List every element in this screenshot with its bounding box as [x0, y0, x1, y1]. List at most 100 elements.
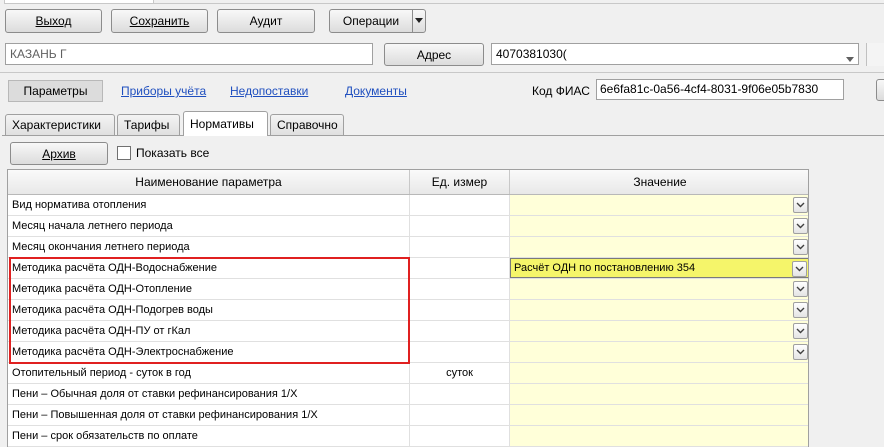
param-name-cell: Месяц окончания летнего периода	[8, 237, 410, 257]
top-divider	[150, 3, 884, 4]
param-value-cell[interactable]	[510, 426, 808, 446]
value-dropdown-button[interactable]	[793, 239, 808, 255]
chevron-down-icon	[796, 223, 805, 229]
param-name-cell: Пени – Обычная доля от ставки рефинансир…	[8, 384, 410, 404]
table-row[interactable]: Месяц начала летнего периода	[8, 216, 808, 237]
table-row[interactable]: Пени – срок обязательств по оплате	[8, 426, 808, 447]
value-dropdown-button[interactable]	[792, 261, 807, 277]
param-name-cell: Методика расчёта ОДН-ПУ от гКал	[8, 321, 410, 341]
show-all-checkbox[interactable]	[117, 146, 131, 160]
show-all-label: Показать все	[136, 146, 210, 160]
link-meters[interactable]: Приборы учёта	[121, 84, 206, 98]
param-value-cell[interactable]	[510, 237, 808, 257]
tab-label: Справочно	[277, 118, 338, 132]
param-value-cell[interactable]	[510, 342, 808, 362]
account-select[interactable]: 4070381030(	[491, 43, 859, 65]
archive-button[interactable]: Архив	[10, 142, 108, 165]
params-grid: Наименование параметра Ед. измер Значени…	[7, 169, 809, 447]
chevron-down-icon	[796, 328, 805, 334]
offscreen-button-edge[interactable]	[876, 79, 884, 101]
fias-label: Код ФИАС	[532, 84, 590, 98]
tab-characteristics[interactable]: Характеристики	[5, 114, 115, 135]
tab-label: Нормативы	[190, 117, 254, 131]
chevron-down-icon	[796, 202, 805, 208]
value-dropdown-button[interactable]	[793, 344, 808, 360]
table-row[interactable]: Пени – Обычная доля от ставки рефинансир…	[8, 384, 808, 405]
param-value-cell[interactable]	[510, 405, 808, 425]
param-name-cell: Месяц начала летнего периода	[8, 216, 410, 236]
save-button[interactable]: Сохранить	[111, 9, 208, 33]
param-value-cell[interactable]	[510, 279, 808, 299]
exit-button[interactable]: Выход	[5, 9, 102, 33]
value-dropdown-button[interactable]	[793, 218, 808, 234]
city-field[interactable]: КАЗАНЬ Г	[5, 43, 373, 65]
param-name-cell: Вид норматива отопления	[8, 195, 410, 215]
param-value-cell[interactable]	[510, 300, 808, 320]
chevron-down-icon	[795, 266, 804, 272]
param-unit-cell	[410, 258, 510, 278]
col-header-value[interactable]: Значение	[510, 170, 808, 194]
tab-tariffs[interactable]: Тарифы	[117, 114, 180, 135]
params-tab[interactable]: Параметры	[8, 80, 103, 102]
param-value-text: Расчёт ОДН по постановлению 354	[514, 262, 696, 274]
grid-header: Наименование параметра Ед. измер Значени…	[8, 170, 808, 195]
address-button[interactable]: Адрес	[384, 43, 484, 66]
tab-norms[interactable]: Нормативы	[183, 111, 268, 136]
tab-label: Характеристики	[12, 118, 101, 132]
table-row[interactable]: Пени – Повышенная доля от ставки рефинан…	[8, 405, 808, 426]
chevron-down-icon	[796, 307, 805, 313]
param-value-cell[interactable]	[510, 384, 808, 404]
value-dropdown-button[interactable]	[793, 302, 808, 318]
param-unit-cell	[410, 342, 510, 362]
operations-button-label: Операции	[342, 14, 400, 28]
account-select-value: 4070381030(	[496, 47, 567, 61]
table-row[interactable]: Отопительный период - суток в год суток	[8, 363, 808, 384]
param-unit-cell	[410, 279, 510, 299]
operations-button[interactable]: Операции	[329, 9, 413, 33]
value-dropdown-button[interactable]	[793, 197, 808, 213]
table-row[interactable]: Методика расчёта ОДН-Отопление	[8, 279, 808, 300]
param-value-cell[interactable]	[510, 363, 808, 383]
archive-button-label: Архив	[42, 146, 76, 161]
table-row[interactable]: Месяц окончания летнего периода	[8, 237, 808, 258]
param-name-cell: Пени – Повышенная доля от ставки рефинан…	[8, 405, 410, 425]
col-header-unit[interactable]: Ед. измер	[410, 170, 510, 194]
param-unit-cell	[410, 237, 510, 257]
param-value-cell[interactable]	[510, 216, 808, 236]
audit-button[interactable]: Аудит	[217, 9, 315, 33]
audit-button-label: Аудит	[249, 14, 283, 28]
param-unit-cell	[410, 321, 510, 341]
chevron-down-icon	[796, 244, 805, 250]
section-divider	[0, 72, 884, 73]
param-name-cell: Методика расчёта ОДН-Водоснабжение	[8, 258, 410, 278]
table-row[interactable]: Методика расчёта ОДН-ПУ от гКал	[8, 321, 808, 342]
chevron-down-icon	[796, 349, 805, 355]
table-row[interactable]: Методика расчёта ОДН-Водоснабжение Расчёт…	[8, 258, 808, 279]
table-row[interactable]: Вид норматива отопления	[8, 195, 808, 216]
param-unit-cell	[410, 195, 510, 215]
value-dropdown-button[interactable]	[793, 323, 808, 339]
save-button-label: Сохранить	[129, 14, 190, 28]
table-row[interactable]: Методика расчёта ОДН-Электроснабжение	[8, 342, 808, 363]
chevron-down-icon	[796, 286, 805, 292]
operations-dropdown-button[interactable]	[412, 9, 426, 33]
window-tab-hint	[4, 0, 154, 4]
param-name-cell: Методика расчёта ОДН-Отопление	[8, 279, 410, 299]
link-undersupply[interactable]: Недопоставки	[230, 84, 308, 98]
param-unit-cell: суток	[410, 363, 510, 383]
table-row[interactable]: Методика расчёта ОДН-Подогрев воды	[8, 300, 808, 321]
fias-field[interactable]: 6e6fa81c-0a56-4cf4-8031-9f06e05b7830	[596, 79, 844, 100]
param-value-cell[interactable]: Расчёт ОДН по постановлению 354	[510, 258, 808, 278]
col-header-name[interactable]: Наименование параметра	[8, 170, 410, 194]
tab-label: Тарифы	[124, 118, 170, 132]
tab-reference[interactable]: Справочно	[270, 114, 344, 135]
value-dropdown-button[interactable]	[793, 281, 808, 297]
top-strip	[0, 0, 884, 5]
param-unit-cell	[410, 426, 510, 446]
tab-panel-border	[2, 135, 884, 136]
link-documents[interactable]: Документы	[345, 84, 407, 98]
param-unit-cell	[410, 216, 510, 236]
param-name-cell: Пени – срок обязательств по оплате	[8, 426, 410, 446]
param-value-cell[interactable]	[510, 195, 808, 215]
param-value-cell[interactable]	[510, 321, 808, 341]
